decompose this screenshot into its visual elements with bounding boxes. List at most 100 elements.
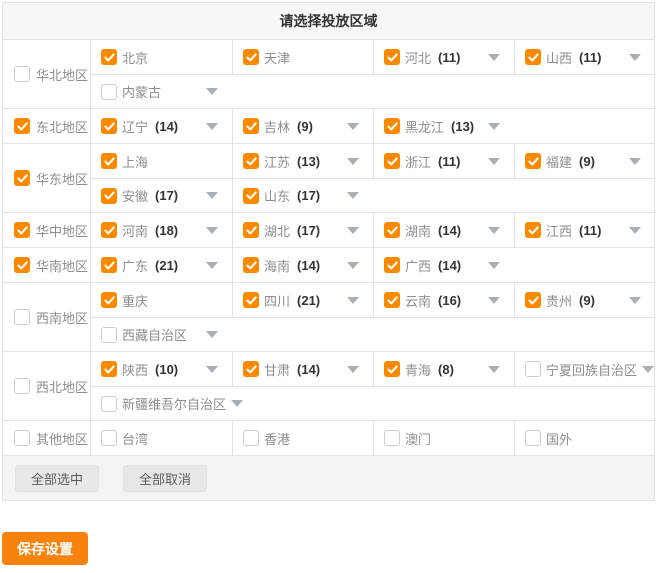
province-subrow: 北京天津河北(11)山西(11) bbox=[91, 40, 654, 74]
check-icon bbox=[104, 157, 115, 166]
save-settings-button[interactable]: 保存设置 bbox=[2, 532, 88, 565]
province-checkbox[interactable] bbox=[243, 222, 259, 238]
region-group-label: 华北地区 bbox=[36, 65, 88, 84]
province-checkbox[interactable] bbox=[243, 188, 259, 204]
region-group-row: 其他地区台湾香港澳门国外 bbox=[3, 420, 654, 455]
chevron-down-icon[interactable] bbox=[206, 123, 218, 130]
province-cell: 北京 bbox=[91, 40, 232, 74]
province-checkbox[interactable] bbox=[384, 153, 400, 169]
province-checkbox[interactable] bbox=[525, 361, 541, 377]
chevron-down-icon[interactable] bbox=[206, 331, 218, 338]
province-checkbox[interactable] bbox=[525, 292, 541, 308]
province-checkbox[interactable] bbox=[101, 222, 117, 238]
province-checkbox[interactable] bbox=[243, 153, 259, 169]
province-checkbox[interactable] bbox=[101, 188, 117, 204]
province-label: 陕西 bbox=[122, 360, 148, 379]
province-checkbox[interactable] bbox=[243, 257, 259, 273]
region-group-checkbox[interactable] bbox=[14, 430, 30, 446]
chevron-down-icon[interactable] bbox=[206, 192, 218, 199]
province-checkbox[interactable] bbox=[384, 257, 400, 273]
region-group-checkbox[interactable] bbox=[14, 222, 30, 238]
province-count: (14) bbox=[297, 362, 320, 377]
province-checkbox[interactable] bbox=[243, 118, 259, 134]
province-checkbox[interactable] bbox=[243, 49, 259, 65]
check-icon bbox=[17, 261, 28, 270]
province-cell: 河北(11) bbox=[373, 40, 514, 74]
province-checkbox[interactable] bbox=[101, 257, 117, 273]
region-group-checkbox[interactable] bbox=[14, 309, 30, 325]
check-icon bbox=[17, 226, 28, 235]
chevron-down-icon[interactable] bbox=[488, 366, 500, 373]
check-icon bbox=[387, 365, 398, 374]
chevron-down-icon[interactable] bbox=[347, 297, 359, 304]
chevron-down-icon[interactable] bbox=[347, 227, 359, 234]
chevron-down-icon[interactable] bbox=[347, 123, 359, 130]
chevron-down-icon[interactable] bbox=[206, 366, 218, 373]
region-group-checkbox[interactable] bbox=[14, 118, 30, 134]
province-checkbox[interactable] bbox=[243, 430, 259, 446]
chevron-down-icon[interactable] bbox=[347, 192, 359, 199]
chevron-down-icon[interactable] bbox=[488, 297, 500, 304]
table-footer: 全部选中 全部取消 bbox=[3, 455, 654, 500]
chevron-down-icon[interactable] bbox=[206, 262, 218, 269]
region-group-cell-5: 西南地区 bbox=[3, 283, 91, 351]
province-checkbox[interactable] bbox=[101, 84, 117, 100]
province-checkbox[interactable] bbox=[101, 430, 117, 446]
province-count: (11) bbox=[438, 154, 460, 169]
province-checkbox[interactable] bbox=[384, 430, 400, 446]
chevron-down-icon[interactable] bbox=[488, 158, 500, 165]
province-checkbox[interactable] bbox=[384, 118, 400, 134]
chevron-down-icon[interactable] bbox=[206, 88, 218, 95]
chevron-down-icon[interactable] bbox=[488, 54, 500, 61]
region-group-checkbox[interactable] bbox=[14, 257, 30, 273]
province-checkbox[interactable] bbox=[101, 292, 117, 308]
province-checkbox[interactable] bbox=[243, 361, 259, 377]
province-checkbox[interactable] bbox=[243, 292, 259, 308]
province-label: 浙江 bbox=[405, 152, 431, 171]
province-subrow: 内蒙古 bbox=[91, 74, 654, 108]
chevron-down-icon[interactable] bbox=[347, 366, 359, 373]
province-checkbox[interactable] bbox=[384, 222, 400, 238]
chevron-down-icon[interactable] bbox=[488, 123, 500, 130]
province-checkbox[interactable] bbox=[101, 327, 117, 343]
province-checkbox[interactable] bbox=[384, 361, 400, 377]
select-all-button[interactable]: 全部选中 bbox=[15, 465, 99, 492]
region-group-checkbox[interactable] bbox=[14, 66, 30, 82]
province-label: 湖南 bbox=[405, 221, 431, 240]
province-checkbox[interactable] bbox=[525, 49, 541, 65]
province-checkbox[interactable] bbox=[525, 153, 541, 169]
chevron-down-icon[interactable] bbox=[629, 158, 641, 165]
province-checkbox[interactable] bbox=[384, 49, 400, 65]
check-icon bbox=[17, 122, 28, 131]
region-group-checkbox[interactable] bbox=[14, 170, 30, 186]
chevron-down-icon[interactable] bbox=[488, 227, 500, 234]
province-cell: 广西(14) bbox=[373, 248, 514, 282]
province-checkbox[interactable] bbox=[101, 361, 117, 377]
province-subrow: 安徽(17)山东(17) bbox=[91, 178, 654, 212]
province-cell: 青海(8) bbox=[373, 352, 514, 386]
chevron-down-icon[interactable] bbox=[488, 262, 500, 269]
province-label: 上海 bbox=[122, 152, 148, 171]
chevron-down-icon[interactable] bbox=[347, 158, 359, 165]
province-checkbox[interactable] bbox=[101, 118, 117, 134]
region-group-label: 其他地区 bbox=[36, 429, 88, 448]
chevron-down-icon[interactable] bbox=[629, 54, 641, 61]
region-group-label: 华东地区 bbox=[36, 169, 88, 188]
chevron-down-icon[interactable] bbox=[629, 297, 641, 304]
province-checkbox[interactable] bbox=[384, 292, 400, 308]
province-label: 海南 bbox=[264, 256, 290, 275]
chevron-down-icon[interactable] bbox=[642, 366, 654, 373]
province-label: 贵州 bbox=[546, 291, 572, 310]
province-checkbox[interactable] bbox=[525, 430, 541, 446]
chevron-down-icon[interactable] bbox=[347, 262, 359, 269]
province-count: (11) bbox=[579, 223, 601, 238]
province-checkbox[interactable] bbox=[525, 222, 541, 238]
region-group-checkbox[interactable] bbox=[14, 378, 30, 394]
province-checkbox[interactable] bbox=[101, 396, 117, 412]
chevron-down-icon[interactable] bbox=[206, 227, 218, 234]
chevron-down-icon[interactable] bbox=[629, 227, 641, 234]
deselect-all-button[interactable]: 全部取消 bbox=[123, 465, 207, 492]
chevron-down-icon[interactable] bbox=[231, 400, 243, 407]
province-checkbox[interactable] bbox=[101, 153, 117, 169]
province-checkbox[interactable] bbox=[101, 49, 117, 65]
